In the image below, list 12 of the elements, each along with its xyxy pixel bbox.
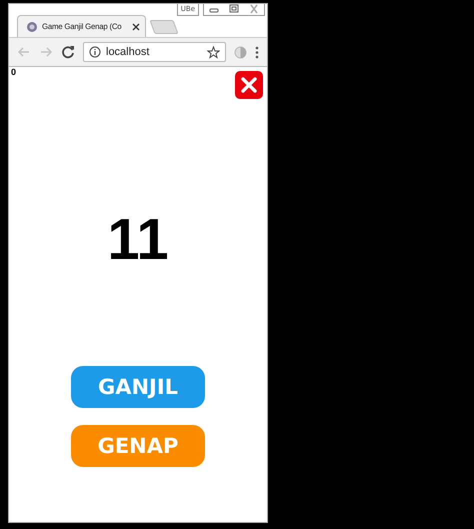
menu-icon[interactable] — [255, 46, 259, 58]
star-icon[interactable] — [207, 46, 220, 58]
info-icon — [89, 46, 101, 58]
close-button[interactable] — [235, 71, 263, 99]
maximize-icon[interactable] — [227, 4, 241, 14]
close-icon[interactable] — [132, 22, 140, 30]
address-bar[interactable]: localhost — [83, 42, 226, 62]
url-text: localhost — [106, 46, 150, 58]
score-text: 0 — [11, 67, 16, 77]
close-icon — [241, 77, 257, 93]
reload-icon[interactable] — [61, 45, 75, 59]
number-display: 11 — [106, 209, 170, 271]
